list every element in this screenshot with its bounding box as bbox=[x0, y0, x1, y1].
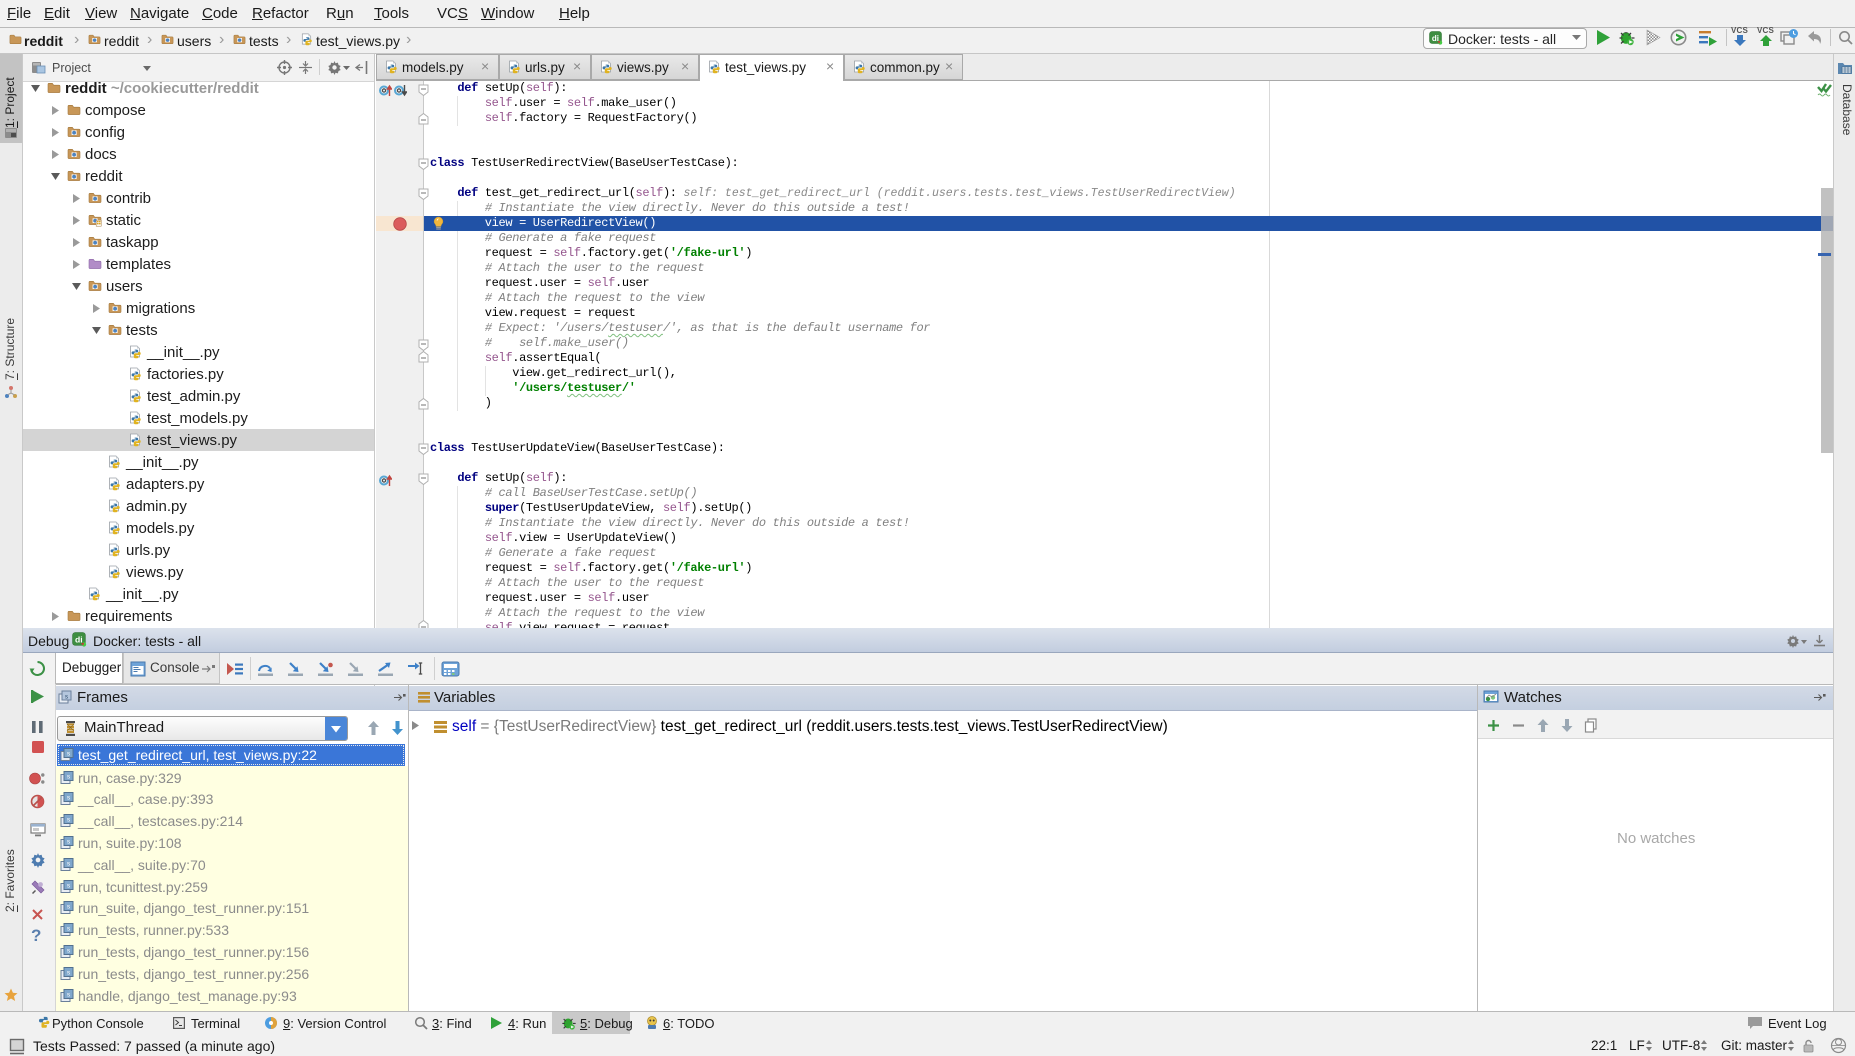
svg-text:di: di bbox=[75, 635, 83, 645]
svg-text:s: s bbox=[65, 695, 68, 701]
